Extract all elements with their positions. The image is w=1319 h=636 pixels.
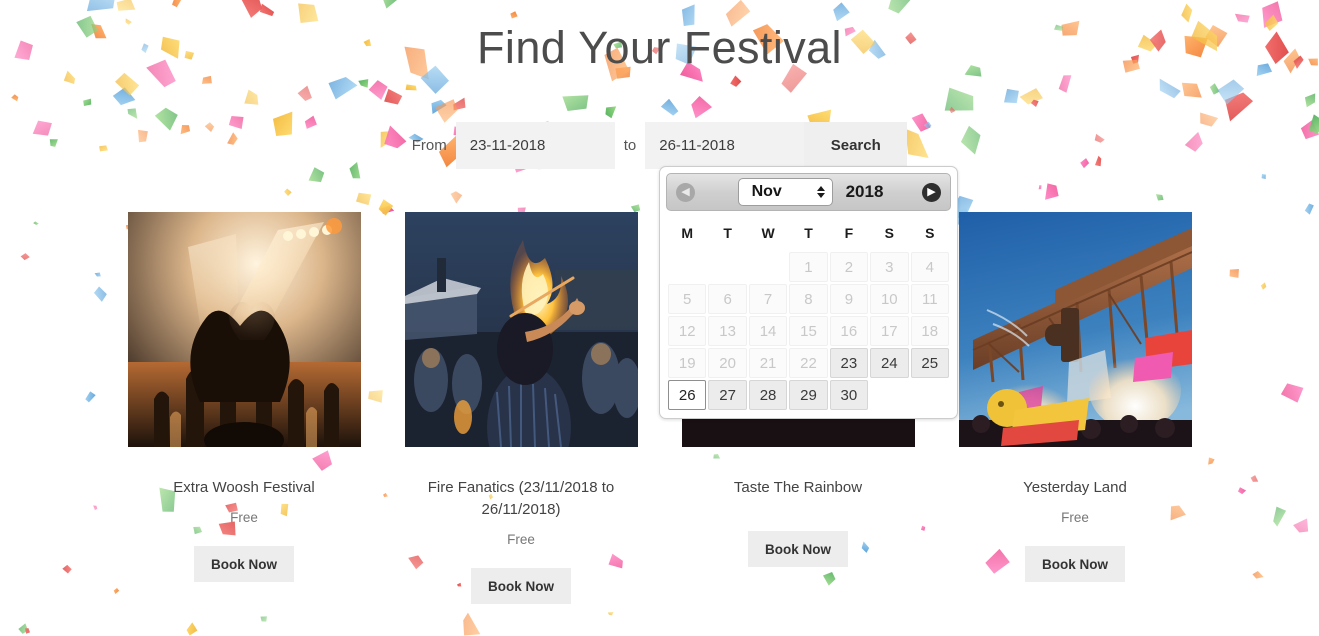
festival-search-bar: From to Search (0, 122, 1319, 169)
day-cell[interactable]: 29 (789, 380, 828, 410)
day-cell: 2 (829, 252, 869, 282)
search-button[interactable]: Search (804, 122, 908, 169)
day-cell-empty (911, 380, 949, 410)
book-now-button[interactable]: Book Now (471, 568, 571, 604)
day-cell: 7 (748, 284, 788, 314)
page-title: Find Your Festival (477, 22, 842, 73)
festival-title: Taste The Rainbow (733, 479, 863, 496)
festival-image (127, 212, 361, 447)
day-cell: 16 (829, 316, 869, 346)
day-cell[interactable]: 24 (870, 348, 909, 378)
datepicker-week-row: 1234 (668, 252, 949, 282)
day-cell: 14 (748, 316, 788, 346)
weekday-header-row: MTWTFSS (668, 216, 949, 250)
day-cell: 12 (668, 316, 707, 346)
datepicker-days: 1 2 3 4 5 6 7 8 9 10 11 12 13 14 15 16 17 18 19 20 21 22 23 24 2… (668, 252, 949, 410)
day-cell: 21 (748, 348, 788, 378)
day-cell: 5 (668, 284, 707, 314)
day-cell[interactable]: 25 (910, 348, 949, 378)
day-cell-empty (708, 252, 746, 282)
datepicker-week-row: 5 6 7 8 9 10 11 (668, 284, 949, 314)
from-label: From (411, 137, 447, 154)
day-cell-empty (668, 252, 706, 282)
to-label: to (623, 137, 637, 154)
festival-image (404, 212, 638, 447)
day-cell[interactable]: 27 (708, 380, 747, 410)
chevron-left-icon[interactable]: ◀ (676, 182, 695, 202)
festival-price: Free (1061, 510, 1089, 525)
weekday-header: M (681, 225, 694, 241)
page-root: Find Your Festival From to Search (0, 0, 1319, 636)
datepicker-week-row: 12 13 14 15 16 17 18 (668, 316, 949, 346)
datepicker-popup[interactable]: ◀ Nov 2018 ▶ MTWTFSS 1 2 3 4 5 6 7 8 9 10 11 12 13 14… (659, 166, 958, 419)
day-cell[interactable]: 26 (668, 380, 707, 410)
month-select-value: Nov (751, 183, 782, 200)
day-cell[interactable]: 30 (829, 380, 869, 410)
day-cell: 10 (870, 284, 909, 314)
datepicker-month-year: Nov 2018 (695, 178, 922, 206)
datepicker-grid: MTWTFSS 1 2 3 4 5 6 7 8 9 10 11 12 13 14 15 16 17 18 19 20 2… (666, 214, 951, 412)
from-date-input[interactable] (455, 122, 615, 169)
day-cell: 22 (789, 348, 828, 378)
weekday-header: S (925, 225, 935, 241)
day-cell: 8 (789, 284, 828, 314)
datepicker-week-row: 19 20 21 22 23 24 25 (668, 348, 949, 378)
datepicker-week-row: 26 27 28 29 30 (668, 380, 949, 410)
day-cell: 18 (910, 316, 949, 346)
day-cell: 11 (910, 284, 949, 314)
day-cell: 20 (708, 348, 747, 378)
weekday-header: T (723, 225, 732, 241)
day-cell: 1 (789, 252, 828, 282)
weekday-header: F (844, 225, 854, 241)
day-cell: 17 (870, 316, 909, 346)
day-cell: 9 (829, 284, 869, 314)
festival-image (958, 212, 1192, 447)
day-cell: 3 (870, 252, 909, 282)
year-label: 2018 (845, 182, 884, 201)
day-cell: 15 (789, 316, 828, 346)
datepicker-header: ◀ Nov 2018 ▶ (666, 173, 951, 211)
day-cell: 19 (668, 348, 707, 378)
book-now-button[interactable]: Book Now (1025, 546, 1125, 582)
festival-price: Free (507, 532, 535, 547)
to-date-input[interactable] (645, 122, 805, 169)
book-now-button[interactable]: Book Now (748, 531, 848, 567)
day-cell: 4 (910, 252, 949, 282)
weekday-header: W (761, 225, 775, 241)
book-now-button[interactable]: Book Now (194, 546, 294, 582)
festival-title: Yesterday Land (1023, 479, 1127, 496)
chevron-right-icon[interactable]: ▶ (922, 182, 941, 202)
day-cell: 13 (708, 316, 747, 346)
festival-price: Free (230, 510, 258, 525)
chevron-updown-icon (816, 186, 825, 198)
day-cell[interactable]: 23 (829, 348, 869, 378)
day-cell-empty (870, 380, 908, 410)
festival-title: Fire Fanatics (23/11/2018 to 26/11/2018) (427, 479, 615, 518)
festival-card: Fire Fanatics (23/11/2018 to 26/11/2018)… (383, 212, 660, 604)
festival-card: Yesterday Land Free Book Now (937, 212, 1214, 582)
month-select[interactable]: Nov (737, 178, 833, 206)
weekday-header: T (804, 225, 813, 241)
festival-title: Extra Woosh Festival (173, 479, 315, 496)
festival-card: Extra Woosh Festival Free Book Now (106, 212, 383, 582)
day-cell: 6 (708, 284, 747, 314)
day-cell-empty (749, 252, 787, 282)
day-cell[interactable]: 28 (748, 380, 788, 410)
weekday-header: S (884, 225, 894, 241)
